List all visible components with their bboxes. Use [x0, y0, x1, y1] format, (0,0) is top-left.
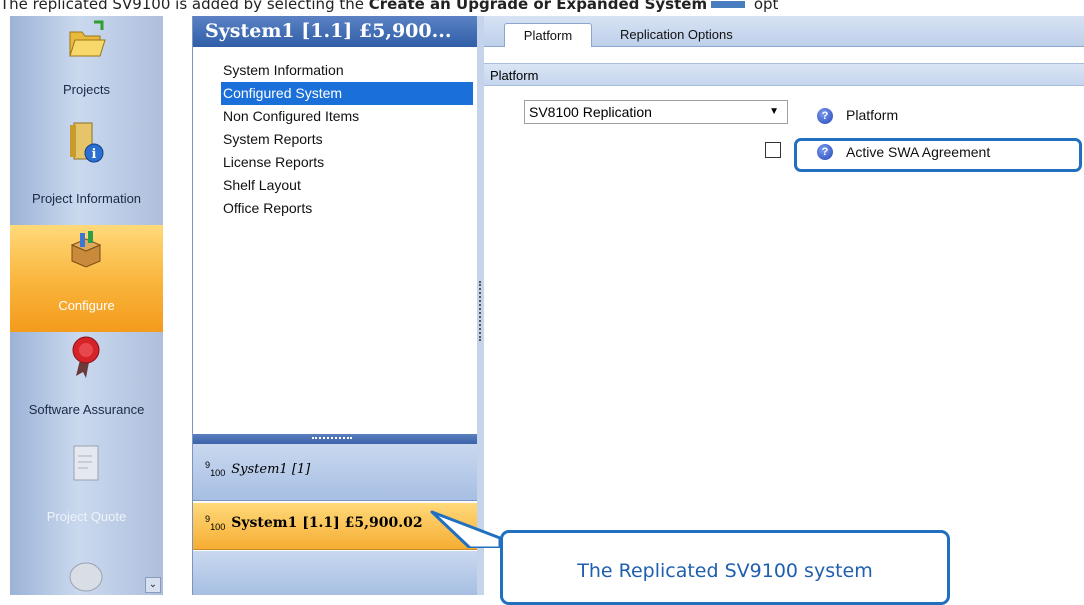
nav-item-projects[interactable]: Projects — [10, 16, 163, 116]
quote-document-icon — [73, 445, 99, 481]
inline-button-image — [711, 1, 746, 8]
system-row-content: 9100 System1 [1.1] £5,900.02 — [205, 514, 423, 532]
system-row-content: 9100 System1 [1] — [205, 460, 310, 478]
nav-label-software-assurance: Software Assurance — [28, 402, 145, 417]
nav-scroll-down-button[interactable]: ⌄ — [145, 577, 161, 593]
tree-item-office-reports[interactable]: Office Reports — [221, 197, 473, 220]
sv-series-icon: 9100 — [205, 514, 225, 532]
open-folder-icon — [69, 20, 106, 57]
nav-item-project-information[interactable]: i Project Information — [10, 116, 163, 225]
tree-item-shelf-layout[interactable]: Shelf Layout — [221, 174, 473, 197]
document-caption: The replicated SV9100 is added by select… — [0, 0, 1084, 12]
nav-label-project-quote: Project Quote — [46, 509, 127, 524]
svg-text:i: i — [92, 147, 97, 162]
active-swa-checkbox[interactable] — [765, 142, 781, 158]
splitter-grip — [312, 437, 352, 442]
nav-item-project-quote[interactable]: Project Quote — [10, 442, 163, 542]
tab-platform[interactable]: Platform — [504, 23, 592, 47]
left-navigation: Projects i Project Information Configure… — [10, 16, 163, 595]
platform-label: Platform — [846, 107, 899, 123]
caption-bold: Create an Upgrade or Expanded System — [368, 0, 708, 12]
nav-label-project-information: Project Information — [31, 191, 142, 206]
tree-item-system-information[interactable]: System Information — [221, 59, 473, 82]
platform-panel: Platform Replication Options Platform SV… — [484, 16, 1084, 595]
system-row-original[interactable]: 9100 System1 [1] — [193, 444, 478, 501]
help-icon[interactable]: ? — [817, 108, 833, 124]
configure-box-icon — [70, 231, 102, 268]
nav-item-software-assurance[interactable]: Software Assurance — [10, 332, 163, 442]
caption-suffix: opt — [749, 0, 779, 12]
system-row-label: System1 [1.1] £5,900.02 — [231, 515, 423, 531]
info-binder-icon: i — [70, 122, 104, 163]
platform-select[interactable]: SV8100 Replication ▼ — [524, 100, 788, 124]
tree-item-system-reports[interactable]: System Reports — [221, 128, 473, 151]
callout-pointer — [430, 510, 502, 548]
horizontal-splitter-handle[interactable] — [193, 434, 478, 444]
annotation-callout: The Replicated SV9100 system — [500, 530, 950, 605]
sv-series-icon: 9100 — [205, 460, 225, 478]
system-tree-list: System Information Configured System Non… — [221, 59, 473, 220]
system-list-empty-area — [193, 551, 478, 595]
tree-item-non-configured-items[interactable]: Non Configured Items — [221, 105, 473, 128]
tab-replication-options[interactable]: Replication Options — [620, 23, 733, 46]
system-header-title: System1 [1.1] £5,900... — [193, 16, 478, 47]
callout-text: The Replicated SV9100 system — [577, 560, 873, 582]
system-row-label: System1 [1] — [231, 462, 311, 477]
caption-prefix: The replicated SV9100 is added by select… — [0, 0, 369, 12]
vertical-splitter-grip — [479, 281, 483, 341]
section-header-platform: Platform — [484, 63, 1084, 86]
sv-series-icon-sub: 100 — [210, 468, 226, 479]
partial-nav-icon — [69, 562, 103, 592]
platform-select-value: SV8100 Replication — [529, 104, 652, 120]
nav-label-projects: Projects — [63, 82, 110, 97]
nav-label-configure: Configure — [58, 298, 115, 313]
annotation-highlight-box — [794, 138, 1082, 172]
sv-series-icon-sub: 100 — [210, 522, 226, 533]
tab-bar: Platform Replication Options — [484, 16, 1084, 47]
nav-item-configure[interactable]: Configure — [10, 225, 163, 332]
tree-item-license-reports[interactable]: License Reports — [221, 151, 473, 174]
ribbon-seal-icon — [72, 336, 100, 378]
chevron-down-icon: ▼ — [769, 106, 779, 117]
tree-item-configured-system[interactable]: Configured System — [221, 82, 473, 105]
